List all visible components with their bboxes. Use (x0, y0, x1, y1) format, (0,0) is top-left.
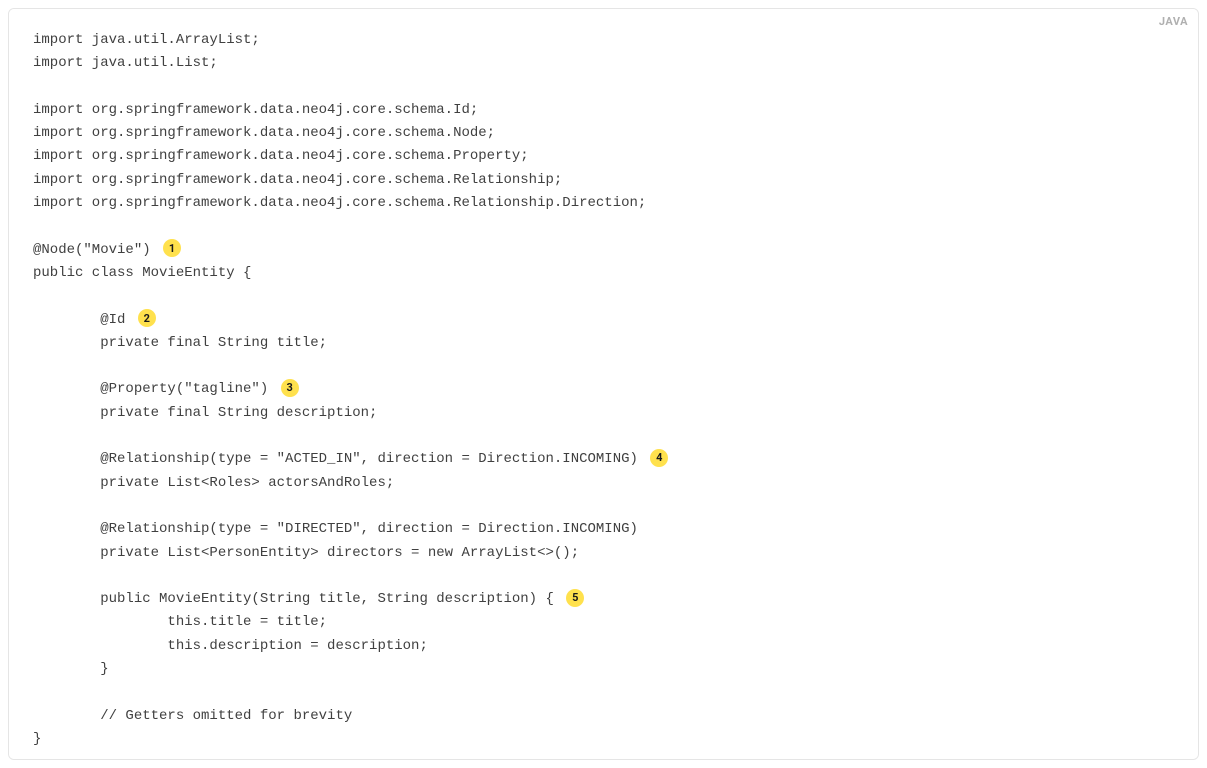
code-line: import org.springframework.data.neo4j.co… (33, 172, 562, 188)
code-line: @Property("tagline") (33, 381, 268, 397)
code-line: } (33, 731, 41, 747)
code-line: private final String description; (33, 405, 377, 421)
code-line: private List<PersonEntity> directors = n… (33, 545, 579, 561)
code-line: public MovieEntity(String title, String … (33, 591, 554, 607)
callout-3[interactable]: 3 (281, 379, 299, 397)
code-line: import java.util.List; (33, 55, 218, 71)
code-line: private final String title; (33, 335, 327, 351)
callout-2[interactable]: 2 (138, 309, 156, 327)
callout-5[interactable]: 5 (566, 589, 584, 607)
code-line: } (33, 661, 109, 677)
code-line: private List<Roles> actorsAndRoles; (33, 475, 394, 491)
code-line: import org.springframework.data.neo4j.co… (33, 102, 478, 118)
code-line: this.title = title; (33, 614, 327, 630)
callout-4[interactable]: 4 (650, 449, 668, 467)
code-line: import java.util.ArrayList; (33, 32, 260, 48)
code-line: @Relationship(type = "DIRECTED", directi… (33, 521, 638, 537)
code-line: public class MovieEntity { (33, 265, 251, 281)
callout-1[interactable]: 1 (163, 239, 181, 257)
code-line: import org.springframework.data.neo4j.co… (33, 125, 495, 141)
code-line: @Relationship(type = "ACTED_IN", directi… (33, 451, 638, 467)
language-badge: JAVA (1159, 15, 1188, 28)
code-line: import org.springframework.data.neo4j.co… (33, 195, 646, 211)
code-line: @Node("Movie") (33, 242, 151, 258)
code-content: import java.util.ArrayList; import java.… (33, 29, 1174, 751)
code-block: JAVA import java.util.ArrayList; import … (8, 8, 1199, 760)
code-line: @Id (33, 312, 125, 328)
code-line: import org.springframework.data.neo4j.co… (33, 148, 529, 164)
code-line: this.description = description; (33, 638, 428, 654)
code-line: // Getters omitted for brevity (33, 708, 352, 724)
